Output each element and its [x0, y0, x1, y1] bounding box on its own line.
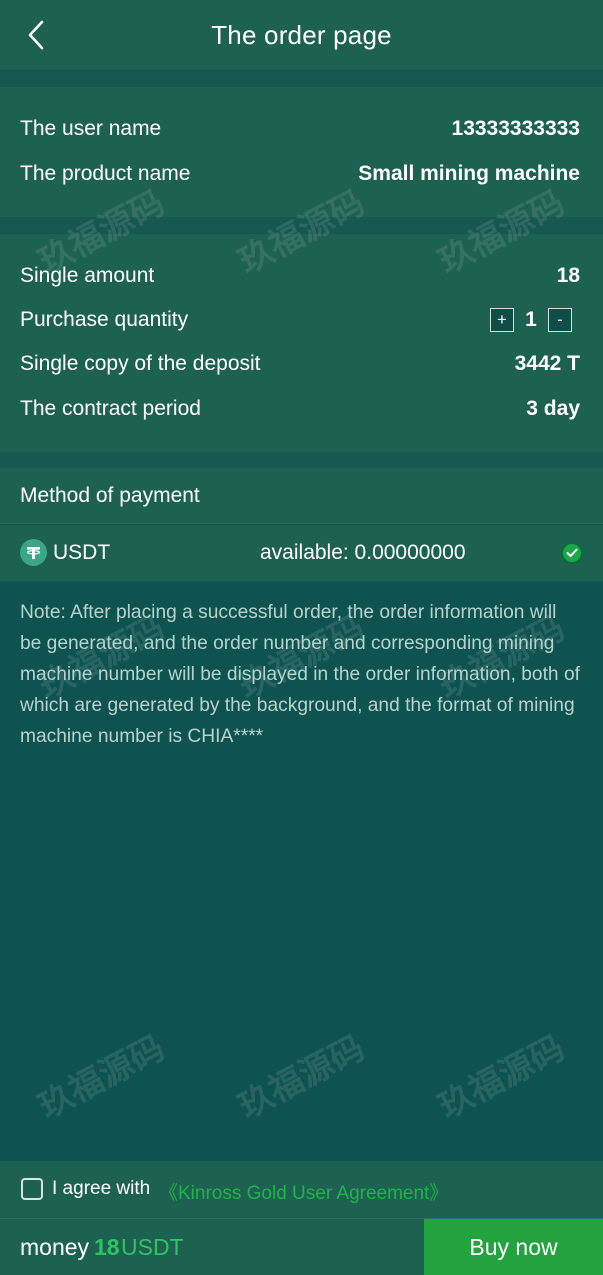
- agreement-bar: I agree with 《Kinross Gold User Agreemen…: [0, 1161, 603, 1218]
- contract-period-value: 3 day: [526, 397, 580, 420]
- product-name-value: Small mining machine: [358, 162, 580, 185]
- section-divider: [0, 217, 603, 234]
- single-amount-label: Single amount: [20, 264, 155, 287]
- payment-method-title: Method of payment: [0, 468, 603, 524]
- order-detail-card: Single amount 18 Purchase quantity + 1 -…: [0, 234, 603, 452]
- quantity-value: 1: [525, 308, 537, 331]
- user-info-card: The user name 13333333333 The product na…: [0, 87, 603, 217]
- payment-method-name: USDT: [53, 541, 111, 564]
- back-button[interactable]: [18, 17, 54, 53]
- single-amount-value: 18: [556, 264, 580, 287]
- user-name-row: The user name 13333333333: [20, 109, 580, 149]
- deposit-label: Single copy of the deposit: [20, 352, 261, 375]
- money-unit: USDT: [121, 1234, 184, 1260]
- agreement-link[interactable]: 《Kinross Gold User Agreement》: [159, 1178, 448, 1205]
- deposit-row: Single copy of the deposit 3442 T: [20, 344, 580, 384]
- agreement-checkbox[interactable]: [21, 1178, 43, 1200]
- purchase-quantity-row: Purchase quantity + 1 -: [20, 300, 572, 340]
- product-name-label: The product name: [20, 162, 191, 185]
- user-name-label: The user name: [20, 117, 162, 140]
- watermark: 玖福源码: [32, 1028, 172, 1128]
- quantity-stepper: + 1 -: [490, 308, 572, 332]
- payment-option-usdt[interactable]: USDT available: 0.00000000: [0, 525, 603, 581]
- single-amount-row: Single amount 18: [20, 256, 580, 296]
- tether-icon: [20, 539, 47, 566]
- watermark: 玖福源码: [432, 1028, 572, 1128]
- watermark: 玖福源码: [232, 1028, 372, 1128]
- chevron-left-icon: [28, 20, 44, 50]
- deposit-value: 3442 T: [514, 352, 580, 375]
- money-amount: 18: [94, 1234, 120, 1260]
- header-bar: The order page: [0, 0, 603, 70]
- available-balance: available: 0.00000000: [260, 541, 466, 564]
- money-label: money: [20, 1234, 90, 1260]
- selected-check-icon[interactable]: [561, 542, 583, 564]
- contract-period-row: The contract period 3 day: [20, 389, 580, 429]
- product-name-row: The product name Small mining machine: [20, 154, 580, 194]
- order-note: Note: After placing a successful order, …: [20, 602, 580, 747]
- quantity-decrease-button[interactable]: -: [548, 308, 572, 332]
- user-name-value: 13333333333: [451, 117, 580, 140]
- contract-period-label: The contract period: [20, 397, 201, 420]
- section-divider: [0, 452, 603, 468]
- page-title: The order page: [211, 19, 392, 50]
- order-page: The order page The user name 13333333333…: [0, 0, 603, 1275]
- agreement-text: I agree with: [52, 1178, 151, 1199]
- buy-now-button[interactable]: Buy now: [424, 1219, 603, 1275]
- section-divider: [0, 70, 603, 87]
- checkout-bar: money 18 USDT Buy now: [0, 1218, 603, 1275]
- purchase-quantity-label: Purchase quantity: [20, 308, 189, 331]
- quantity-increase-button[interactable]: +: [490, 308, 514, 332]
